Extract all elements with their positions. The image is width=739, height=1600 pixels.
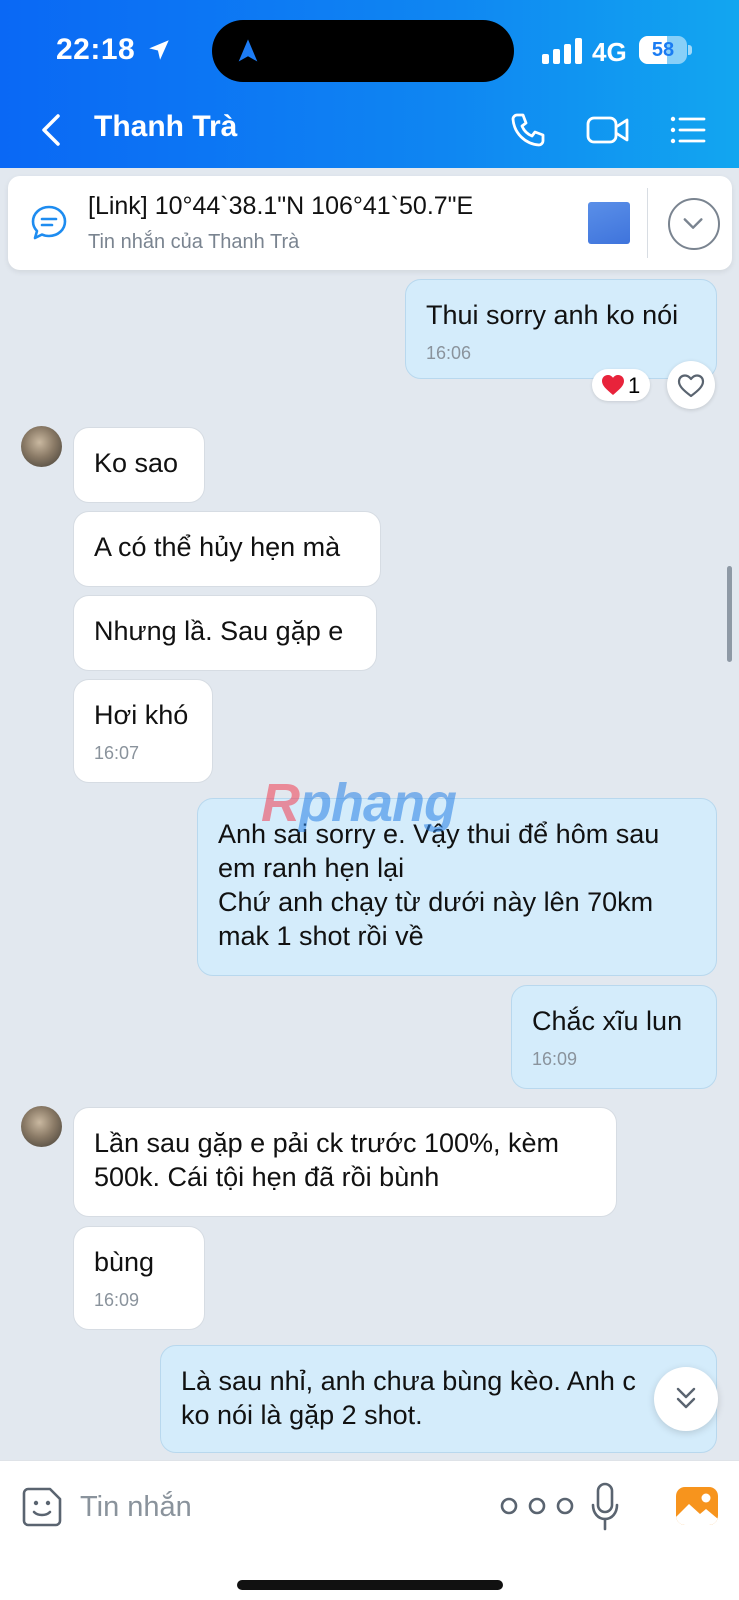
chat-bubble-icon (31, 205, 67, 240)
pinned-message-bar[interactable]: [Link] 10°44`38.1"N 106°41`50.7"E Tin nh… (8, 176, 732, 270)
divider (647, 188, 648, 258)
home-indicator[interactable] (237, 1580, 503, 1590)
more-dots-icon[interactable] (498, 1491, 576, 1521)
message-bubble-outgoing[interactable]: Chắc xĩu lun 16:09 (511, 985, 717, 1089)
message-bubble-incoming[interactable]: bùng 16:09 (73, 1226, 205, 1330)
heart-icon (602, 375, 624, 395)
chevron-left-icon[interactable] (36, 112, 66, 148)
message-bubble-incoming[interactable]: Ko sao (73, 427, 205, 503)
message-text: Lần sau gặp e pải ck trước 100%, kèm 500… (94, 1128, 560, 1192)
signal-icon (542, 38, 582, 64)
message-bubble-outgoing[interactable]: Là sau nhỉ, anh chưa bùng kèo. Anh c ko … (160, 1345, 717, 1453)
sticker-face-icon[interactable] (20, 1485, 64, 1529)
message-bubble-outgoing[interactable]: Thui sorry anh ko nói 16:06 (405, 279, 717, 379)
chevron-down-icon[interactable] (668, 198, 720, 250)
status-time: 22:18 (56, 33, 136, 66)
list-menu-icon[interactable] (668, 110, 708, 150)
chat-header: 22:18 4G 58 Thanh Trà (0, 0, 739, 168)
message-text: Thui sorry anh ko nói (426, 300, 679, 330)
message-text: bùng (94, 1247, 155, 1277)
reaction-count: 1 (628, 373, 641, 398)
phone-icon[interactable] (508, 110, 548, 150)
watermark-logo: Rphang (261, 773, 457, 833)
avatar[interactable] (21, 1106, 62, 1147)
message-bubble-incoming[interactable]: Lần sau gặp e pải ck trước 100%, kèm 500… (73, 1107, 617, 1217)
message-text: Là sau nhỉ, anh chưa bùng kèo. Anh c ko … (181, 1366, 636, 1430)
dynamic-island (212, 20, 514, 82)
message-composer (0, 1460, 739, 1600)
pinned-title: [Link] 10°44`38.1"N 106°41`50.7"E (88, 192, 474, 220)
message-input[interactable] (80, 1479, 460, 1535)
video-camera-icon[interactable] (585, 110, 631, 150)
image-icon[interactable] (674, 1483, 720, 1529)
message-time: 16:09 (532, 1049, 578, 1069)
message-bubble-incoming[interactable]: Hơi khó 16:07 (73, 679, 213, 783)
contact-name[interactable]: Thanh Trà (94, 110, 237, 144)
map-thumbnail (588, 202, 630, 244)
battery-percent: 58 (651, 39, 675, 61)
heart-outline-icon[interactable] (667, 361, 715, 409)
avatar[interactable] (21, 426, 62, 467)
message-text: Chắc xĩu lun (532, 1006, 683, 1036)
message-time: 16:06 (426, 343, 472, 363)
message-bubble-incoming[interactable]: Nhưng lầ. Sau gặp e (73, 595, 377, 671)
scroll-indicator[interactable] (727, 566, 732, 662)
network-type: 4G (592, 37, 627, 67)
message-text: Nhưng lầ. Sau gặp e (94, 616, 344, 646)
message-text: A có thể hủy hẹn mà (94, 532, 341, 562)
reaction-badge[interactable]: 1 (592, 369, 650, 401)
pinned-subtitle: Tin nhắn của Thanh Trà (88, 231, 300, 253)
battery-icon: 58 (639, 36, 692, 64)
double-chevron-down-icon[interactable] (654, 1367, 718, 1431)
message-text: Hơi khó (94, 700, 189, 730)
message-text: Ko sao (94, 448, 179, 478)
navigation-icon (238, 39, 258, 62)
microphone-icon[interactable] (590, 1481, 620, 1533)
message-time: 16:09 (94, 1290, 140, 1310)
message-time: 16:07 (94, 743, 140, 763)
location-arrow-icon (149, 40, 169, 60)
message-text: Anh sai sorry e. Vậy thui để hôm sau em … (218, 819, 660, 951)
message-bubble-incoming[interactable]: A có thể hủy hẹn mà (73, 511, 381, 587)
